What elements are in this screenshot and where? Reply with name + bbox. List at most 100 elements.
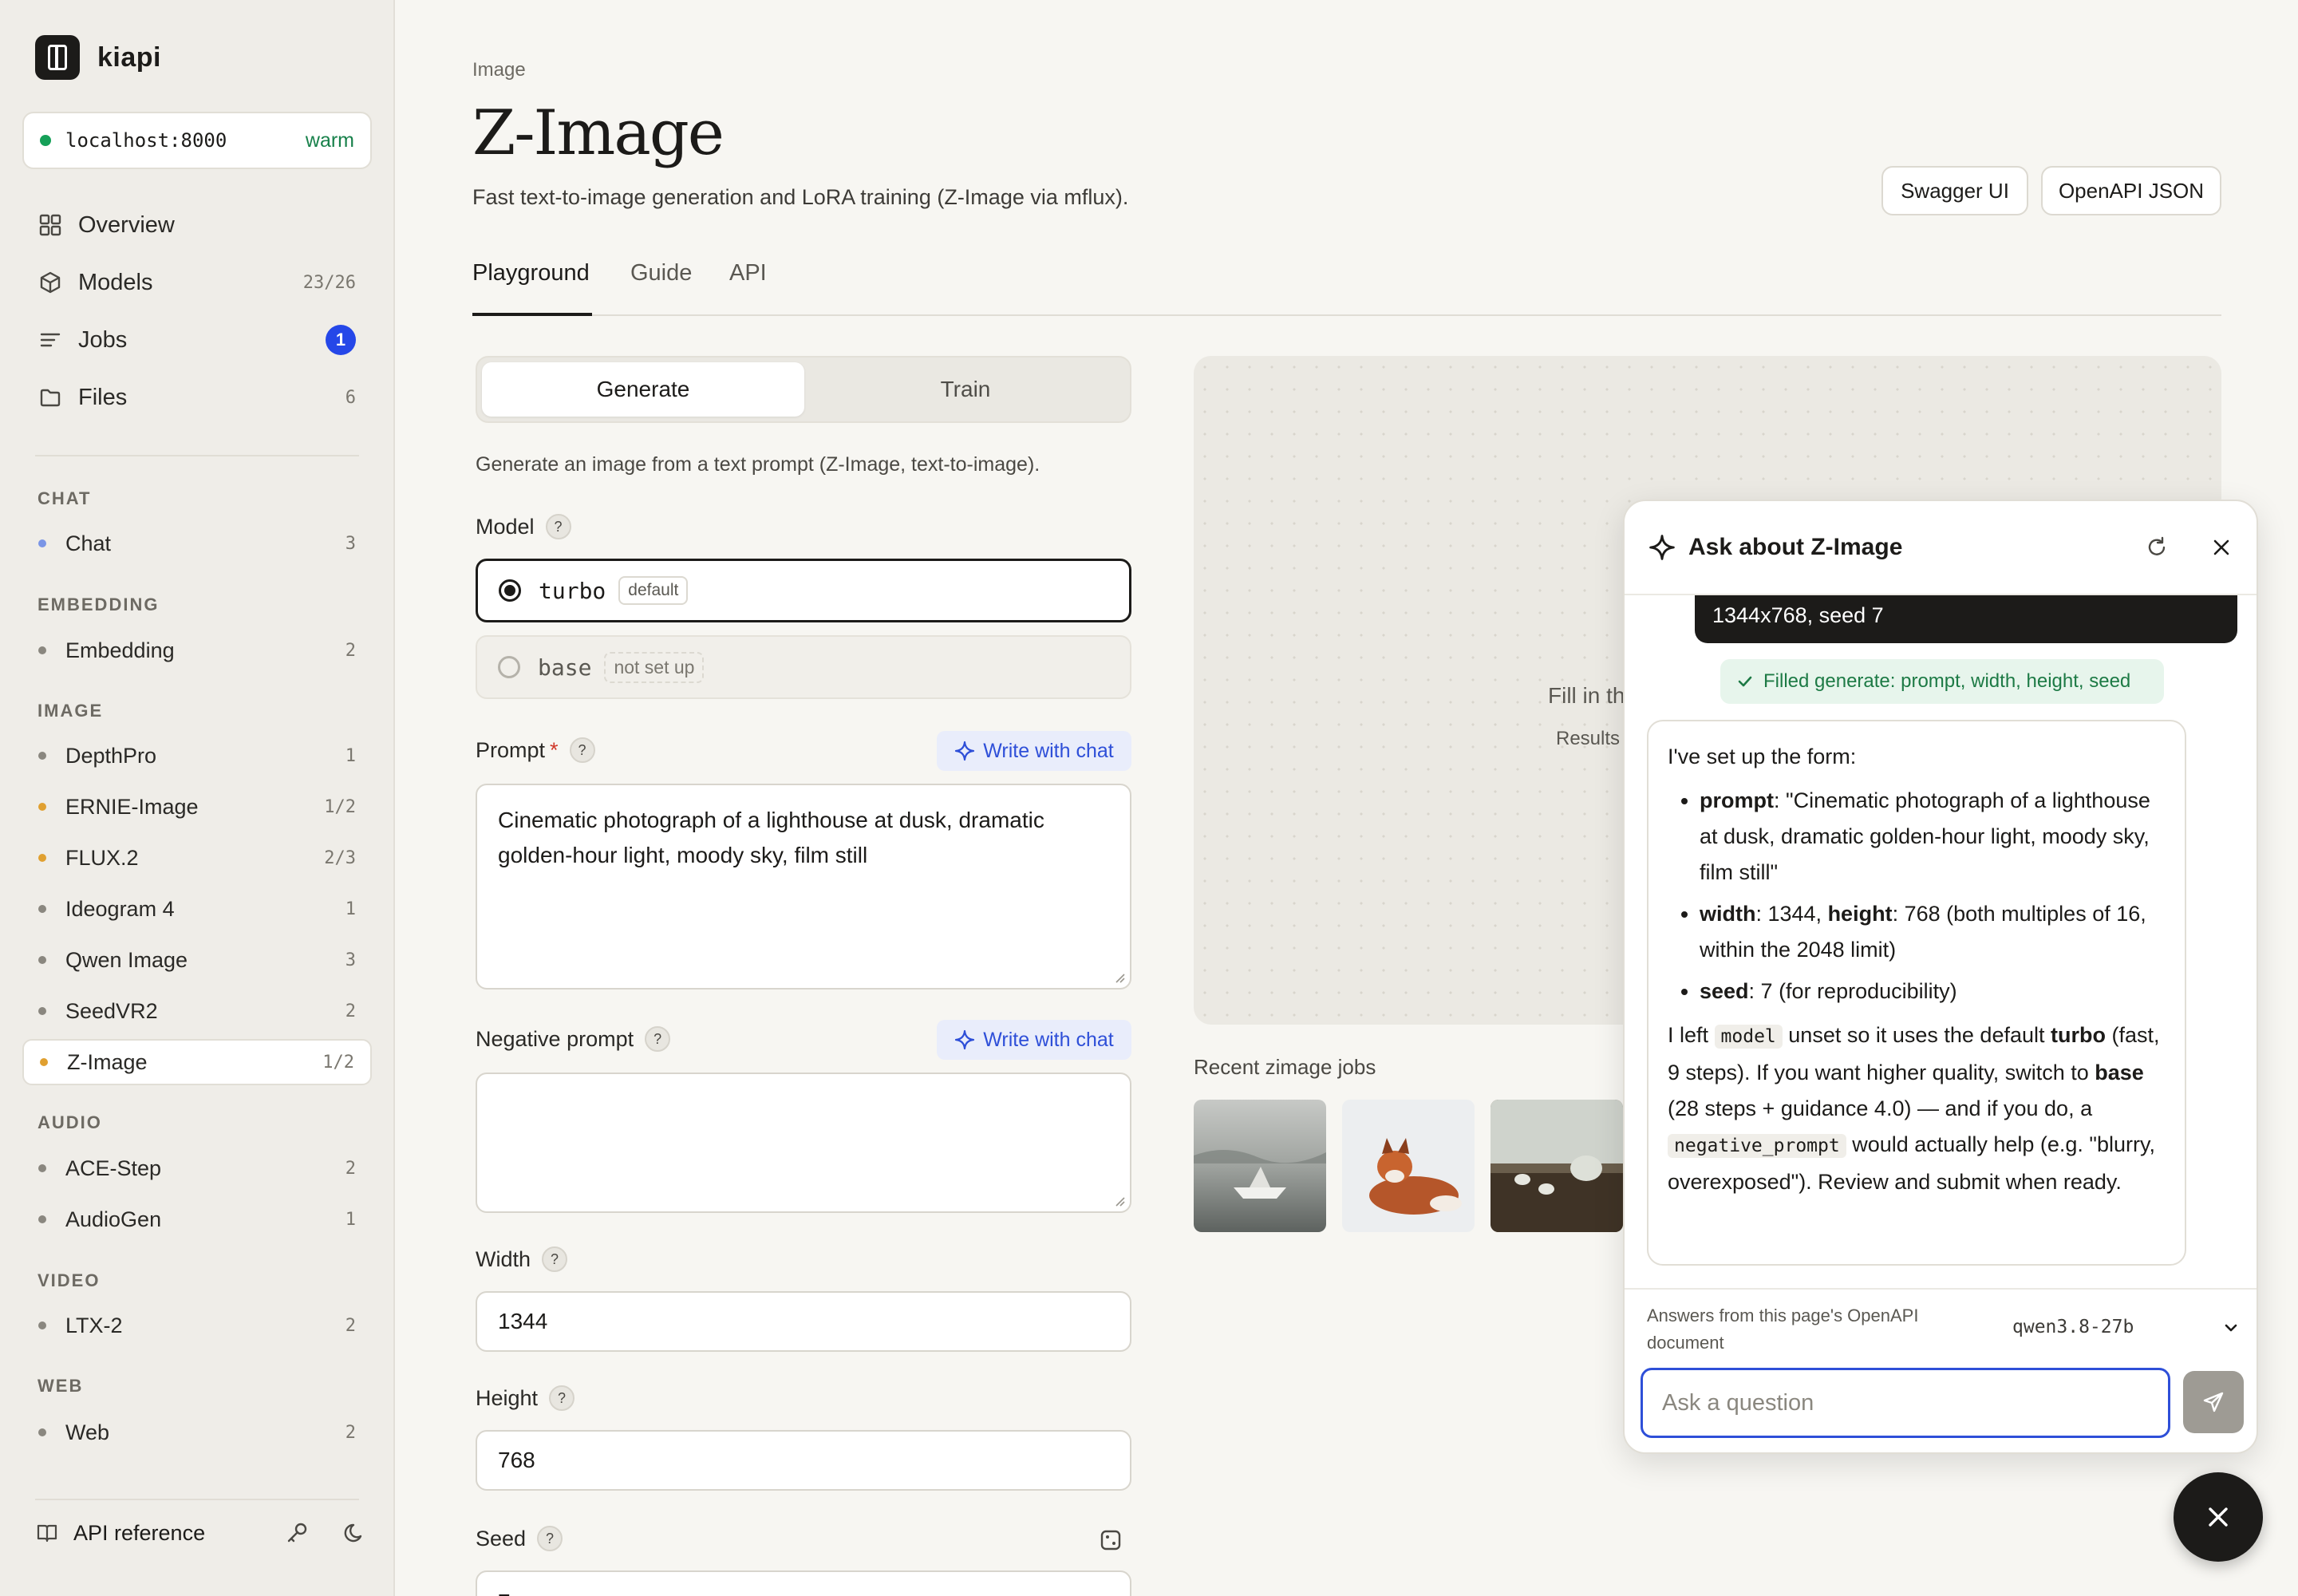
model-option-base[interactable]: base not set up bbox=[476, 635, 1131, 699]
width-input[interactable]: 1344 bbox=[476, 1291, 1131, 1352]
write-with-chat-button[interactable]: Write with chat bbox=[937, 731, 1131, 771]
sidebar-item-z-image[interactable]: Z-Image 1/2 bbox=[22, 1039, 372, 1085]
cube-icon bbox=[40, 271, 61, 294]
nav-count: 6 bbox=[345, 387, 356, 408]
close-icon[interactable] bbox=[2210, 536, 2233, 559]
sparkle-icon bbox=[1649, 535, 1675, 560]
help-icon[interactable]: ? bbox=[549, 1385, 575, 1411]
reply-bold: base bbox=[2095, 1061, 2144, 1084]
recent-jobs-label: Recent zimage jobs bbox=[1194, 1055, 1376, 1079]
list-icon bbox=[40, 333, 61, 347]
sidebar-item-depthpro[interactable]: DepthPro 1 bbox=[22, 733, 372, 779]
nav-overview[interactable]: Overview bbox=[22, 201, 372, 249]
model-option-turbo[interactable]: turbo default bbox=[476, 559, 1131, 622]
preview-subhint: Results bbox=[1556, 728, 1621, 749]
recent-job-thumbnail[interactable] bbox=[1194, 1100, 1326, 1232]
section-heading-web: WEB bbox=[38, 1376, 84, 1396]
prompt-textarea[interactable]: Cinematic photograph of a lighthouse at … bbox=[476, 784, 1131, 990]
sidebar-item-label: Z-Image bbox=[67, 1049, 148, 1074]
section-heading-video: VIDEO bbox=[38, 1270, 101, 1290]
sidebar-item-chat[interactable]: Chat 3 bbox=[22, 520, 372, 567]
model-selector[interactable]: qwen3.8-27b bbox=[2012, 1317, 2237, 1337]
server-status: warm bbox=[305, 128, 354, 152]
moon-icon[interactable] bbox=[343, 1520, 369, 1546]
train-mode-button[interactable]: Train bbox=[804, 362, 1127, 417]
mode-toggle: Generate Train bbox=[476, 356, 1131, 423]
recent-job-thumbnail[interactable] bbox=[1342, 1100, 1475, 1232]
dice-icon[interactable] bbox=[1100, 1529, 1122, 1551]
user-message: 1344x768, seed 7 bbox=[1695, 595, 2237, 643]
server-host: localhost:8000 bbox=[65, 129, 227, 152]
write-with-chat-label: Write with chat bbox=[983, 739, 1114, 762]
recent-job-thumbnail[interactable] bbox=[1491, 1100, 1623, 1232]
status-dot bbox=[38, 752, 46, 760]
reply-key: width bbox=[1700, 902, 1756, 926]
tab-playground[interactable]: Playground bbox=[472, 260, 592, 316]
write-with-chat-button[interactable]: Write with chat bbox=[937, 1020, 1131, 1060]
reply-list-item: seed: 7 (for reproducibility) bbox=[1700, 974, 2166, 1009]
sidebar-divider bbox=[35, 455, 359, 456]
sidebar-item-count: 1 bbox=[345, 1209, 356, 1230]
sparkle-icon bbox=[955, 741, 975, 761]
refresh-icon[interactable] bbox=[2145, 535, 2169, 559]
nav-jobs[interactable]: Jobs 1 bbox=[22, 316, 372, 364]
reply-text: unset so it uses the default bbox=[1782, 1023, 2051, 1047]
sidebar-item-ltx-2[interactable]: LTX-2 2 bbox=[22, 1302, 372, 1349]
help-icon[interactable]: ? bbox=[545, 514, 571, 539]
reply-list-item: prompt: "Cinematic photograph of a light… bbox=[1700, 783, 2166, 891]
prompt-label-text: Prompt bbox=[476, 737, 546, 762]
sidebar-item-ernie-image[interactable]: ERNIE-Image 1/2 bbox=[22, 784, 372, 830]
sidebar-item-embedding[interactable]: Embedding 2 bbox=[22, 627, 372, 674]
help-icon[interactable]: ? bbox=[569, 737, 595, 763]
sidebar-item-flux2[interactable]: FLUX.2 2/3 bbox=[22, 835, 372, 881]
api-reference-link[interactable]: API reference bbox=[73, 1521, 284, 1546]
sidebar-item-ace-step[interactable]: ACE-Step 2 bbox=[22, 1145, 372, 1191]
server-selector[interactable]: localhost:8000 warm bbox=[22, 112, 372, 169]
reply-bold: turbo bbox=[2051, 1023, 2106, 1047]
chat-footer: Answers from this page's OpenAPI documen… bbox=[1625, 1288, 2257, 1452]
nav-label: Jobs bbox=[78, 326, 128, 353]
width-label-text: Width bbox=[476, 1246, 531, 1271]
sidebar-item-qwen-image[interactable]: Qwen Image 3 bbox=[22, 937, 372, 983]
negative-prompt-textarea[interactable] bbox=[476, 1073, 1131, 1213]
sidebar-item-count: 2 bbox=[345, 1001, 356, 1021]
resize-handle-icon[interactable] bbox=[1112, 1194, 1125, 1207]
preview-hint: Fill in th bbox=[1548, 683, 1625, 708]
breadcrumb[interactable]: Image bbox=[472, 59, 526, 81]
nav-count: 23/26 bbox=[302, 272, 356, 293]
status-dot bbox=[38, 803, 46, 811]
app-logo[interactable]: kiapi bbox=[35, 35, 161, 80]
close-chat-fab[interactable] bbox=[2174, 1472, 2263, 1562]
tab-guide[interactable]: Guide bbox=[630, 260, 692, 316]
ask-question-input[interactable]: Ask a question bbox=[1641, 1368, 2170, 1438]
help-icon[interactable]: ? bbox=[537, 1526, 563, 1551]
generate-mode-button[interactable]: Generate bbox=[482, 362, 804, 417]
swagger-ui-button[interactable]: Swagger UI bbox=[1881, 166, 2028, 215]
send-button[interactable] bbox=[2183, 1371, 2244, 1433]
help-icon[interactable]: ? bbox=[542, 1246, 568, 1272]
sidebar-divider bbox=[35, 1499, 359, 1500]
teapot-image bbox=[1491, 1100, 1623, 1232]
openapi-json-button[interactable]: OpenAPI JSON bbox=[2041, 166, 2221, 215]
filled-status: Filled generate: prompt, width, height, … bbox=[1720, 659, 2164, 704]
reply-key: prompt bbox=[1700, 788, 1774, 812]
chat-header: Ask about Z-Image bbox=[1625, 501, 2257, 595]
sidebar-item-ideogram-4[interactable]: Ideogram 4 1 bbox=[22, 886, 372, 932]
sidebar-item-audiogen[interactable]: AudioGen 1 bbox=[22, 1196, 372, 1242]
radio-unchecked[interactable] bbox=[498, 656, 520, 678]
seed-input[interactable]: 7 bbox=[476, 1570, 1131, 1596]
chat-panel: Ask about Z-Image 1344x768, seed 7 Fille… bbox=[1623, 500, 2258, 1454]
app-name: kiapi bbox=[97, 41, 161, 73]
height-input[interactable]: 768 bbox=[476, 1430, 1131, 1491]
reply-paragraph: I left model unset so it uses the defaul… bbox=[1668, 1017, 2166, 1200]
key-icon[interactable] bbox=[284, 1520, 310, 1546]
sidebar-item-seedvr2[interactable]: SeedVR2 2 bbox=[22, 988, 372, 1034]
check-icon bbox=[1738, 676, 1752, 687]
sidebar-item-web[interactable]: Web 2 bbox=[22, 1409, 372, 1456]
nav-files[interactable]: Files 6 bbox=[22, 373, 372, 421]
radio-checked[interactable] bbox=[499, 579, 521, 602]
tab-api[interactable]: API bbox=[729, 260, 767, 316]
help-icon[interactable]: ? bbox=[645, 1026, 671, 1052]
nav-models[interactable]: Models 23/26 bbox=[22, 259, 372, 306]
resize-handle-icon[interactable] bbox=[1112, 970, 1125, 983]
